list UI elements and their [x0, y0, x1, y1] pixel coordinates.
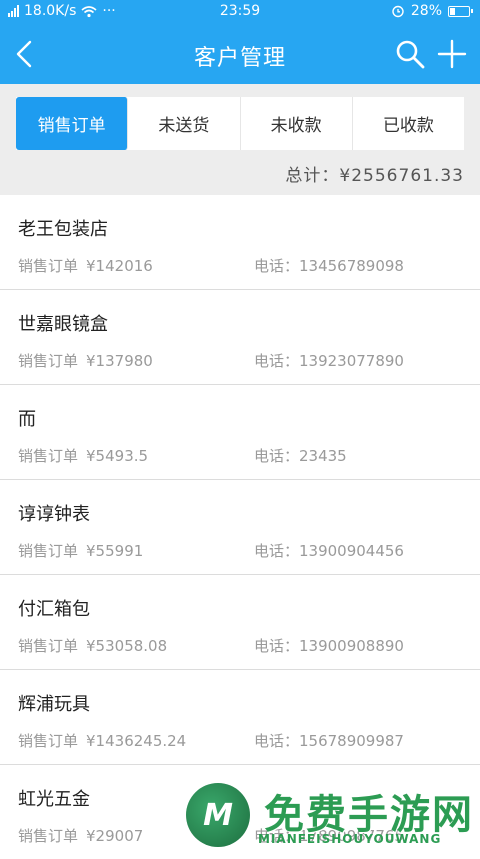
customer-name: 谆谆钟表 [18, 504, 90, 525]
order-amount: ¥142016 [86, 257, 153, 275]
customer-name: 而 [18, 409, 36, 430]
customer-name: 老王包装店 [18, 219, 108, 240]
order-info: 销售订单 ¥137980 [18, 350, 153, 371]
order-amount: ¥1436245.24 [86, 732, 187, 750]
search-icon[interactable] [394, 38, 426, 70]
customer-list: 老王包装店 销售订单 ¥142016 电话：13456789098 世嘉眼镜盒 销… [0, 195, 480, 859]
order-info: 销售订单 ¥1436245.24 [18, 730, 186, 751]
tab-unpaid[interactable]: 未收款 [241, 97, 353, 150]
order-type: 销售订单 [18, 257, 79, 275]
status-tabs: 销售订单 未送货 未收款 已收款 [16, 97, 464, 150]
customer-name: 世嘉眼镜盒 [18, 314, 108, 335]
tab-not-delivered[interactable]: 未送货 [128, 97, 241, 150]
list-item[interactable]: 付汇箱包 销售订单 ¥53058.08 电话：13900908890 [0, 575, 480, 670]
order-info: 销售订单 ¥53058.08 [18, 635, 167, 656]
status-right: 28% [391, 3, 473, 19]
order-type: 销售订单 [18, 352, 79, 370]
list-item[interactable]: 辉浦玩具 销售订单 ¥1436245.24 电话：15678909987 [0, 670, 480, 765]
order-amount: ¥29007 [86, 827, 144, 845]
order-info: 销售订单 ¥29007 [18, 825, 143, 846]
add-icon[interactable] [436, 38, 468, 70]
alarm-icon [392, 5, 404, 18]
customer-phone: 电话：13900908890 [254, 637, 404, 655]
order-type: 销售订单 [18, 827, 79, 845]
order-amount: ¥5493.5 [86, 447, 149, 465]
customer-name: 辉浦玩具 [18, 694, 90, 715]
tab-sales-order[interactable]: 销售订单 [16, 97, 129, 150]
list-item[interactable]: 老王包装店 销售订单 ¥142016 电话：13456789098 [0, 195, 480, 290]
order-type: 销售订单 [18, 447, 79, 465]
customer-phone: 电话：13923077890 [254, 352, 404, 370]
list-item[interactable]: 而 销售订单 ¥5493.5 电话：23435 [0, 385, 480, 480]
tab-paid[interactable]: 已收款 [353, 97, 464, 150]
filter-bar: 销售订单 未送货 未收款 已收款 总计：¥2556761.33 [0, 84, 480, 195]
order-info: 销售订单 ¥5493.5 [18, 445, 148, 466]
list-item[interactable]: 世嘉眼镜盒 销售订单 ¥137980 电话：13923077890 [0, 290, 480, 385]
list-item[interactable]: 虹光五金 销售订单 ¥29007 电话：17890987765 [0, 765, 480, 859]
customer-phone: 电话：17890987765 [254, 827, 404, 845]
order-type: 销售订单 [18, 542, 79, 560]
order-info: 销售订单 ¥55991 [18, 540, 143, 561]
battery-percent: 28% [410, 3, 442, 19]
customer-phone: 电话：13456789098 [254, 257, 404, 275]
customer-phone: 电话：23435 [254, 447, 347, 465]
customer-name: 虹光五金 [18, 789, 90, 810]
order-amount: ¥53058.08 [86, 637, 168, 655]
status-bar: 18.0K/s ··· 23:59 28% [0, 0, 480, 24]
customer-phone: 电话：15678909987 [254, 732, 404, 750]
order-amount: ¥55991 [86, 542, 144, 560]
battery-icon [448, 5, 473, 17]
customer-phone: 电话：13900904456 [254, 542, 404, 560]
order-type: 销售订单 [18, 637, 79, 655]
total-amount: 总计：¥2556761.33 [285, 166, 464, 186]
list-item[interactable]: 谆谆钟表 销售订单 ¥55991 电话：13900904456 [0, 480, 480, 575]
customer-name: 付汇箱包 [18, 599, 90, 620]
order-amount: ¥137980 [86, 352, 153, 370]
order-info: 销售订单 ¥142016 [18, 255, 153, 276]
order-type: 销售订单 [18, 732, 79, 750]
nav-bar: 客户管理 [0, 24, 480, 84]
